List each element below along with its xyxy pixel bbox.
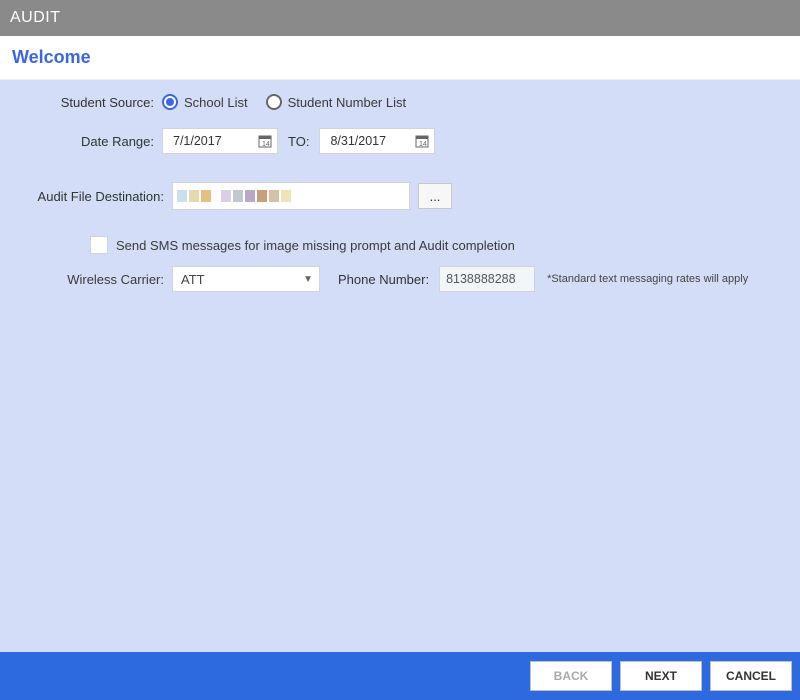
send-sms-checkbox[interactable] xyxy=(90,236,108,254)
browse-button[interactable]: ... xyxy=(418,183,452,209)
phone-number-input[interactable]: 8138888288 xyxy=(439,266,535,292)
radio-school-list[interactable]: School List xyxy=(162,94,248,110)
back-button-label: BACK xyxy=(554,669,589,683)
date-to-field[interactable]: 14 xyxy=(319,128,435,154)
carrier-label: Wireless Carrier: xyxy=(12,272,172,287)
carrier-value: ATT xyxy=(181,272,205,287)
browse-button-label: ... xyxy=(430,189,441,204)
sms-checkbox-row: Send SMS messages for image missing prom… xyxy=(12,236,788,254)
window-title: AUDIT xyxy=(10,9,61,27)
radio-school-list-label: School List xyxy=(184,95,248,110)
calendar-icon[interactable]: 14 xyxy=(414,133,430,149)
student-source-radio-group: School List Student Number List xyxy=(162,94,406,110)
radio-student-number-list-label: Student Number List xyxy=(288,95,407,110)
phone-number-value: 8138888288 xyxy=(446,272,516,286)
window-titlebar: AUDIT xyxy=(0,0,800,36)
svg-text:14: 14 xyxy=(419,141,427,148)
back-button: BACK xyxy=(530,661,612,691)
destination-row: Audit File Destination: ... xyxy=(12,182,788,210)
cancel-button-label: CANCEL xyxy=(726,669,776,683)
chevron-down-icon: ▼ xyxy=(303,274,313,285)
cancel-button[interactable]: CANCEL xyxy=(710,661,792,691)
destination-label: Audit File Destination: xyxy=(12,189,172,204)
radio-checked-icon xyxy=(162,94,178,110)
date-from-field[interactable]: 14 xyxy=(162,128,278,154)
phone-number-label: Phone Number: xyxy=(338,272,429,287)
carrier-row: Wireless Carrier: ATT ▼ Phone Number: 81… xyxy=(12,266,788,292)
calendar-icon[interactable]: 14 xyxy=(257,133,273,149)
carrier-dropdown[interactable]: ATT ▼ xyxy=(172,266,320,292)
page-header: Welcome xyxy=(0,36,800,80)
date-to-label: TO: xyxy=(288,134,309,149)
page-title: Welcome xyxy=(12,47,91,68)
next-button-label: NEXT xyxy=(645,669,677,683)
svg-text:14: 14 xyxy=(262,141,270,148)
sms-disclaimer: *Standard text messaging rates will appl… xyxy=(547,273,748,285)
date-from-input[interactable] xyxy=(171,133,257,149)
radio-student-number-list[interactable]: Student Number List xyxy=(266,94,407,110)
send-sms-label: Send SMS messages for image missing prom… xyxy=(116,238,515,253)
student-source-row: Student Source: School List Student Numb… xyxy=(12,94,788,110)
date-range-row: Date Range: 14 TO: 14 xyxy=(12,128,788,154)
radio-unchecked-icon xyxy=(266,94,282,110)
next-button[interactable]: NEXT xyxy=(620,661,702,691)
destination-input[interactable] xyxy=(172,182,410,210)
student-source-label: Student Source: xyxy=(12,95,162,110)
form-content: Student Source: School List Student Numb… xyxy=(0,80,800,652)
wizard-footer: BACK NEXT CANCEL xyxy=(0,652,800,700)
date-range-label: Date Range: xyxy=(12,134,162,149)
date-to-input[interactable] xyxy=(328,133,414,149)
